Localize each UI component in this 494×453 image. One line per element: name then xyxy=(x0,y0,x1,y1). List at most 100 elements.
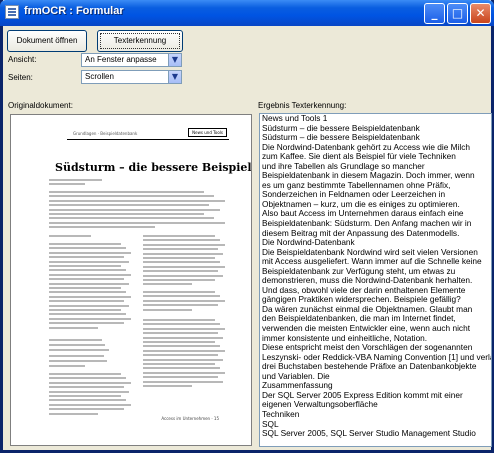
scanned-text-line xyxy=(49,260,129,263)
page-headline: Südsturm – die bessere Beispieldatenbank xyxy=(55,161,252,174)
pages-select[interactable]: Scrollen ▼ xyxy=(81,70,182,84)
scanned-text-line xyxy=(49,408,124,411)
view-select[interactable]: An Fenster anpasse ▼ xyxy=(81,53,182,67)
scanned-text-line xyxy=(49,191,204,193)
scanned-text-line xyxy=(49,282,129,285)
scanned-text-line xyxy=(143,270,218,273)
title-bar[interactable]: frmOCR : Formular _ □ ✕ xyxy=(0,0,494,26)
scanned-text-line xyxy=(143,274,223,277)
scanned-text-line xyxy=(143,363,216,365)
scanned-text-line xyxy=(49,226,155,229)
chevron-down-icon[interactable]: ▼ xyxy=(168,54,181,66)
open-document-button[interactable]: Dokument öffnen xyxy=(7,30,87,52)
view-label: Ansicht: xyxy=(8,55,37,64)
scanned-text-line xyxy=(49,412,99,415)
scanned-text-line xyxy=(49,269,127,272)
scanned-text-line xyxy=(143,336,223,339)
scanned-text-line xyxy=(49,278,124,281)
scanned-text-line xyxy=(49,256,124,259)
scanned-text-line xyxy=(143,257,216,259)
scanned-text-line xyxy=(143,308,193,311)
scanned-text-line xyxy=(143,371,225,374)
scanned-text-line xyxy=(143,376,218,379)
scanned-text-line xyxy=(143,354,218,357)
scanned-text-line xyxy=(143,323,221,326)
page-footer: Access im Unternehmen · 15 xyxy=(161,416,219,421)
scanned-text-line xyxy=(49,339,102,341)
scanned-text-line xyxy=(49,304,129,307)
scanned-text-line xyxy=(143,319,216,321)
scanned-text-line xyxy=(49,317,131,320)
scanned-text-line xyxy=(143,243,225,246)
view-select-value: An Fenster anpasse xyxy=(85,55,157,64)
scanned-text-line xyxy=(143,380,223,383)
result-text-line: Techniken xyxy=(262,408,300,419)
scanned-text-line xyxy=(49,373,122,375)
scanned-text-line xyxy=(143,327,225,330)
ocr-result-textarea[interactable]: News und Tools 1 Südsturm – die bessere B… xyxy=(259,113,492,447)
scanned-text-line xyxy=(49,235,91,237)
close-button[interactable]: ✕ xyxy=(470,3,491,24)
minimize-button[interactable]: _ xyxy=(424,3,445,24)
scanned-text-line xyxy=(143,358,223,361)
chevron-down-icon[interactable]: ▼ xyxy=(168,71,181,83)
scanned-text-line xyxy=(49,183,85,185)
scanned-text-line xyxy=(143,299,225,302)
scanned-text-line xyxy=(49,208,220,211)
scanned-text-line xyxy=(143,341,216,343)
scanned-text-line xyxy=(49,204,210,207)
pages-select-value: Scrollen xyxy=(85,72,114,81)
scanned-text-line xyxy=(49,243,122,245)
scanned-text-line xyxy=(143,332,218,335)
scanned-text-line xyxy=(49,179,102,181)
page-header-text: Grundlagen · Beispieldatenbank xyxy=(73,131,138,136)
scanned-text-line xyxy=(143,248,218,251)
form-icon xyxy=(5,5,19,19)
scanned-text-line xyxy=(143,239,221,242)
scanned-text-line xyxy=(143,235,216,237)
original-document-label: Originaldokument: xyxy=(8,101,73,110)
scanned-text-line xyxy=(49,213,204,215)
scanned-text-line xyxy=(49,322,124,325)
scanned-text-line xyxy=(49,395,122,397)
scanned-text-line xyxy=(49,199,225,202)
ocr-result-label: Ergebnis Texterkennung: xyxy=(258,101,347,110)
scanned-text-line xyxy=(143,295,221,298)
page-header-rule xyxy=(67,139,229,140)
scanned-text-line xyxy=(49,273,131,276)
scanned-text-line xyxy=(49,300,124,303)
scanned-text-line xyxy=(143,367,221,370)
scanned-text-line xyxy=(143,265,225,268)
result-text-line: SQL Server 2005, SQL Server Studio Manag… xyxy=(262,428,476,439)
scanned-text-line xyxy=(49,354,104,357)
scanned-text-line xyxy=(143,279,216,281)
main-window: frmOCR : Formular _ □ ✕ Dokument öffnen … xyxy=(0,0,494,453)
scanned-text-line xyxy=(49,265,122,267)
scanned-text-line xyxy=(143,291,216,293)
scanned-text-line xyxy=(49,344,106,347)
scanned-text-line xyxy=(49,217,215,220)
scanned-text-line xyxy=(49,359,108,362)
scanned-text-line xyxy=(49,291,127,294)
scanned-text-line xyxy=(49,287,122,289)
original-document-preview[interactable]: Grundlagen · Beispieldatenbank News und … xyxy=(10,114,252,446)
window-title: frmOCR : Formular xyxy=(24,5,124,17)
scanned-text-line xyxy=(49,313,127,316)
maximize-button[interactable]: □ xyxy=(447,3,468,24)
recognize-text-button[interactable]: Texterkennung xyxy=(97,30,183,52)
scanned-text-line xyxy=(49,195,215,198)
scanned-text-line xyxy=(143,385,193,387)
scanned-text-line xyxy=(49,247,127,250)
scanned-text-line xyxy=(143,261,221,264)
scanned-text-line xyxy=(143,304,218,307)
pages-label: Seiten: xyxy=(8,73,33,82)
scanned-text-line xyxy=(49,221,225,224)
scanned-text-line xyxy=(143,345,221,348)
scanned-text-line xyxy=(143,252,223,255)
scanned-text-line xyxy=(143,283,193,286)
document-page-image: Grundlagen · Beispieldatenbank News und … xyxy=(27,123,251,439)
scanned-text-line xyxy=(49,386,124,389)
scanned-text-line xyxy=(143,349,225,352)
scanned-text-line xyxy=(49,295,131,298)
scanned-text-line xyxy=(49,365,85,367)
